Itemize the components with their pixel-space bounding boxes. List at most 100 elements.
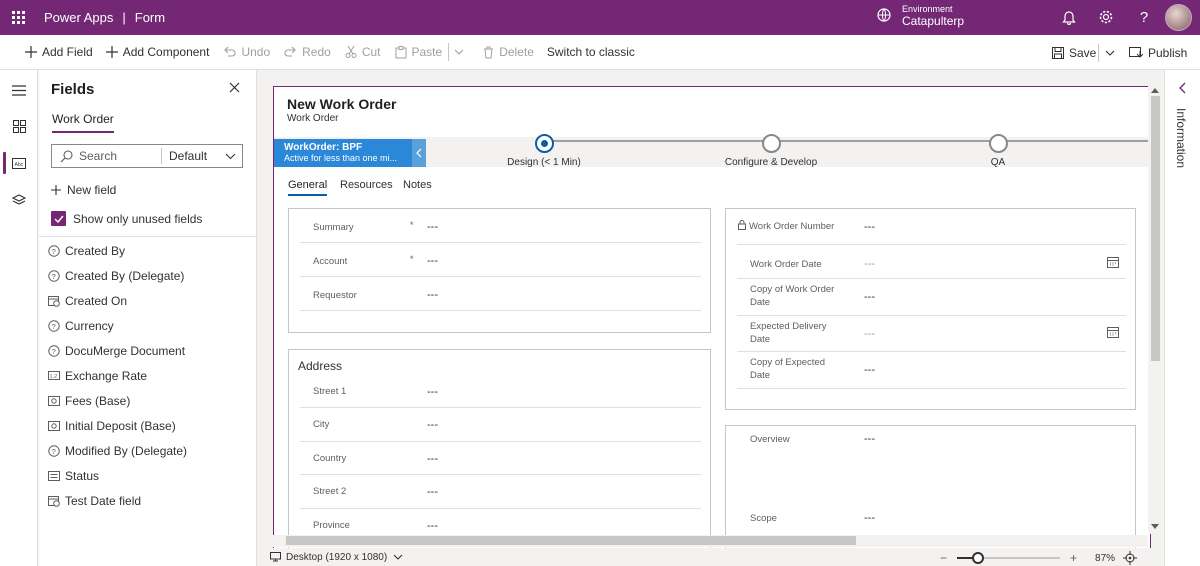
field-item-currency[interactable]: ? Currency: [39, 313, 257, 338]
field-row-work-order-date[interactable]: Work Order Date ---: [737, 245, 1126, 279]
field-row-country[interactable]: Country ---: [300, 442, 701, 475]
optionset-icon: [48, 470, 60, 482]
field-item-test-date-field[interactable]: Test Date field: [39, 488, 257, 513]
form-canvas: New Work Order Work Order WorkOrder: BPF…: [258, 70, 1164, 548]
field-label: Work Order Number: [749, 221, 835, 232]
field-item-created-on[interactable]: Created On: [39, 288, 257, 313]
field-item-initial-deposit-base[interactable]: Initial Deposit (Base): [39, 413, 257, 438]
stage-circle-design[interactable]: [535, 134, 554, 153]
bpf-collapse-button[interactable]: [412, 139, 426, 167]
fit-to-screen-icon[interactable]: [1123, 551, 1138, 565]
tab-general[interactable]: General: [288, 179, 328, 196]
cut-button[interactable]: Cut: [345, 35, 381, 70]
field-item-label: Fees (Base): [65, 393, 131, 408]
add-field-button[interactable]: Add Field: [25, 35, 93, 70]
svg-text:?: ?: [52, 271, 56, 280]
tab-work-order[interactable]: Work Order: [52, 112, 114, 133]
help-icon[interactable]: ?: [1135, 8, 1153, 26]
field-item-status[interactable]: Status: [39, 463, 257, 488]
calendar-icon[interactable]: [1107, 256, 1119, 268]
add-component-label: Add Component: [122, 45, 210, 59]
field-row-expected-delivery-date[interactable]: Expected Delivery Date ---: [737, 316, 1126, 352]
field-row-overview[interactable]: Overview ---: [737, 426, 1126, 505]
tab-resources[interactable]: Resources: [340, 179, 393, 191]
field-row-copy-of-work-order-date[interactable]: Copy of Work Order Date ---: [737, 279, 1126, 316]
chevron-down-icon: [225, 153, 236, 159]
switch-classic-button[interactable]: Switch to classic: [547, 35, 635, 70]
bell-icon[interactable]: [1060, 8, 1078, 26]
scroll-up-icon[interactable]: [1151, 88, 1159, 93]
field-label: Scope: [750, 513, 777, 524]
add-component-button[interactable]: Add Component: [105, 35, 210, 70]
field-item-documerge-document[interactable]: ? DocuMerge Document: [39, 338, 257, 363]
stage-circle-qa[interactable]: [989, 134, 1008, 153]
zoom-in-button[interactable]: +: [1070, 551, 1077, 565]
horizontal-scroll-thumb[interactable]: [286, 536, 856, 545]
components-icon[interactable]: [0, 111, 38, 141]
field-label: Summary: [313, 222, 354, 233]
paste-button[interactable]: Paste: [395, 35, 442, 70]
form-header[interactable]: New Work Order Work Order: [274, 87, 1150, 137]
vertical-scrollbar[interactable]: [1148, 86, 1162, 534]
new-field-button[interactable]: New field: [51, 183, 116, 197]
publish-button[interactable]: Publish: [1129, 35, 1187, 70]
scroll-down-icon[interactable]: [1151, 524, 1159, 529]
field-row-summary[interactable]: Summary * ---: [300, 209, 701, 243]
field-row-copy-of-expected-date[interactable]: Copy of Expected Date ---: [737, 352, 1126, 389]
app-name[interactable]: Power Apps: [44, 10, 113, 25]
vertical-scroll-thumb[interactable]: [1151, 96, 1160, 361]
fields-icon[interactable]: Abc: [0, 148, 38, 178]
search-input[interactable]: [79, 149, 159, 163]
general-section[interactable]: Summary * --- Account * --- Requestor --…: [288, 208, 711, 333]
field-item-fees-base[interactable]: Fees (Base): [39, 388, 257, 413]
zoom-slider-handle[interactable]: [972, 552, 985, 564]
paste-options-dropdown[interactable]: [454, 35, 469, 70]
show-unused-checkbox-row[interactable]: Show only unused fields: [51, 211, 202, 226]
device-selector[interactable]: Desktop (1920 x 1080): [270, 552, 403, 563]
field-row-city[interactable]: City ---: [300, 408, 701, 442]
address-section[interactable]: Address Street 1 --- City --- Country --…: [288, 349, 711, 548]
waffle-icon[interactable]: [0, 0, 36, 35]
delete-button[interactable]: Delete: [483, 35, 534, 70]
show-unused-checkbox[interactable]: [51, 211, 66, 226]
field-value: ---: [427, 419, 438, 431]
zoom-out-button[interactable]: −: [940, 551, 947, 565]
plus-icon: [25, 46, 37, 58]
gear-icon[interactable]: [1097, 8, 1115, 26]
save-button[interactable]: Save: [1052, 35, 1096, 70]
status-bar: Desktop (1920 x 1080) − + 87%: [258, 548, 1164, 566]
field-item-exchange-rate[interactable]: 1.2 Exchange Rate: [39, 363, 257, 388]
business-process-flow: WorkOrder: BPF Active for less than one …: [274, 134, 1150, 168]
stage-circle-configure[interactable]: [762, 134, 781, 153]
overview-section[interactable]: Overview --- Scope ---: [725, 425, 1136, 548]
zoom-slider[interactable]: [957, 552, 1061, 564]
field-item-modified-by-delegate[interactable]: ? Modified By (Delegate): [39, 438, 257, 463]
horizontal-scrollbar[interactable]: [272, 535, 1148, 547]
field-row-requestor[interactable]: Requestor ---: [300, 277, 701, 311]
layers-icon[interactable]: [0, 185, 38, 215]
search-box: Default: [51, 144, 243, 168]
chevron-left-icon[interactable]: [1179, 82, 1186, 94]
information-label[interactable]: Information: [1174, 108, 1188, 168]
field-row-street-1[interactable]: Street 1 ---: [300, 375, 701, 408]
redo-button[interactable]: Redo: [284, 35, 331, 70]
field-row-street-2[interactable]: Street 2 ---: [300, 475, 701, 509]
calendar-icon[interactable]: [1107, 326, 1119, 338]
filter-dropdown[interactable]: Default: [162, 149, 242, 163]
save-options-dropdown[interactable]: [1105, 35, 1120, 70]
field-row-account[interactable]: Account * ---: [300, 243, 701, 277]
field-row-work-order-number[interactable]: Work Order Number ---: [737, 209, 1126, 245]
hamburger-icon[interactable]: [0, 75, 38, 105]
field-item-created-by-delegate[interactable]: ? Created By (Delegate): [39, 263, 257, 288]
field-item-created-by[interactable]: ? Created By: [39, 238, 257, 263]
avatar[interactable]: [1165, 4, 1192, 31]
field-label: Country: [313, 453, 347, 464]
environment-picker[interactable]: Environment Catapulterp: [876, 3, 964, 27]
tab-notes[interactable]: Notes: [403, 179, 432, 191]
top-bar: Power Apps | Form Environment Catapulter…: [0, 0, 1200, 35]
currency-icon: [48, 420, 60, 432]
close-icon[interactable]: [229, 82, 243, 96]
work-order-details-section[interactable]: Work Order Number --- Work Order Date --…: [725, 208, 1136, 410]
bpf-flag[interactable]: WorkOrder: BPF Active for less than one …: [274, 139, 412, 167]
undo-button[interactable]: Undo: [223, 35, 270, 70]
